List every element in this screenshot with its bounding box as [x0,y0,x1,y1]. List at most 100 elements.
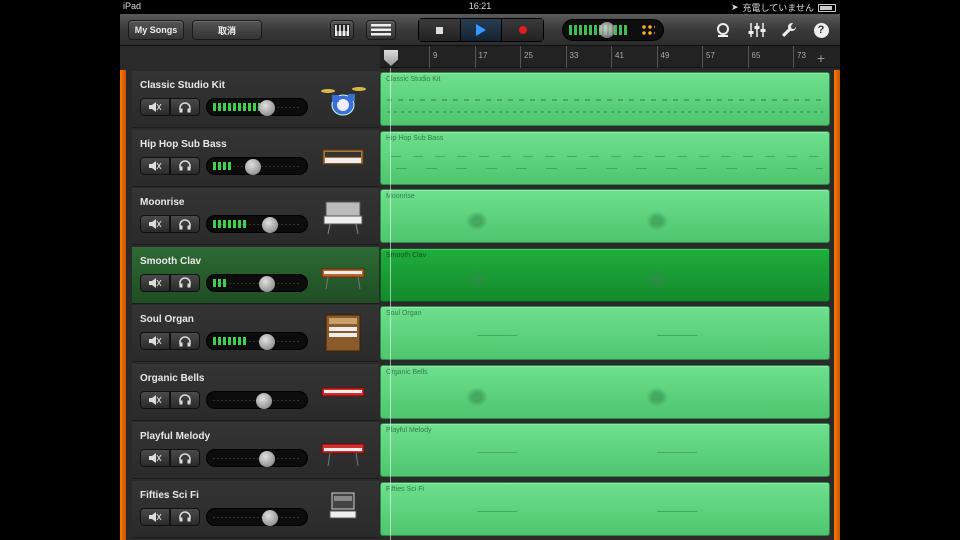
mute-button[interactable] [140,332,170,350]
add-section-icon[interactable]: + [812,50,830,66]
track-region[interactable]: Soul Organ [380,306,830,360]
headphones-icon [179,218,191,229]
volume-knob[interactable] [256,392,272,409]
track-header[interactable]: Smooth Clav [132,246,379,304]
meter-rail [213,458,301,459]
level-leds [213,103,261,111]
volume-knob[interactable] [262,217,278,233]
master-volume-meter[interactable] [562,19,664,41]
transport-controls [418,18,544,42]
mute-button[interactable] [140,156,170,175]
speaker-mute-icon [149,102,162,112]
clavinet-icon[interactable] [320,255,366,295]
mixer-sliders-icon[interactable] [748,21,766,39]
track-region[interactable]: Moonrise [380,189,830,243]
help-button[interactable]: ? [812,21,830,39]
region-notes [387,204,823,236]
level-leds [213,220,248,228]
volume-knob[interactable] [259,334,275,350]
volume-knob[interactable] [259,275,275,292]
level-leds [213,161,232,170]
my-songs-button[interactable]: My Songs [128,20,184,40]
track-name: Fifties Sci Fi [140,489,199,501]
mute-button[interactable] [140,507,170,526]
track-header[interactable]: Soul Organ [132,305,379,362]
undo-button[interactable]: 取消 [192,20,262,40]
ruler-label: 49 [660,51,670,60]
mute-button[interactable] [140,215,170,233]
loop-browser-icon[interactable] [714,21,732,39]
stop-icon [435,26,443,34]
volume-knob[interactable] [245,158,261,175]
piano-keys-icon [334,23,350,37]
play-button[interactable] [460,19,503,41]
red-keyboard-icon[interactable] [320,372,366,412]
tracks-view-button[interactable] [366,20,396,40]
record-button[interactable] [502,19,544,41]
speaker-mute-icon [149,336,162,346]
track-region[interactable]: Smooth Clav [380,247,830,302]
solo-button[interactable] [170,273,200,292]
speaker-mute-icon [149,160,162,171]
track-name: Organic Bells [140,372,205,384]
track-region[interactable]: Playful Melody [380,423,830,477]
master-volume-knob[interactable] [599,22,615,38]
track-volume-meter[interactable] [206,156,308,175]
solo-button[interactable] [170,98,200,116]
volume-knob[interactable] [262,509,278,526]
stop-button[interactable] [419,19,461,41]
synth-keyboard-icon[interactable] [320,138,366,178]
track-volume-meter[interactable] [206,215,308,233]
track-header[interactable]: Hip Hop Sub Bass [132,129,379,187]
organ-icon[interactable] [320,313,366,353]
track-header[interactable]: Organic Bells [132,363,379,421]
mute-button[interactable] [140,390,170,409]
volume-knob[interactable] [259,451,275,467]
mute-button[interactable] [140,449,170,467]
toolbar: My Songs 取消 ? [120,14,840,46]
solo-button[interactable] [170,215,200,233]
solo-button[interactable] [170,449,200,467]
track-name: Classic Studio Kit [140,80,226,91]
track-volume-meter[interactable] [206,449,308,467]
play-icon [476,24,486,36]
region-notes [387,262,823,295]
solo-button[interactable] [170,332,200,350]
timeline-ruler[interactable]: 9 17 25 33 41 49 57 65 73 [380,46,840,68]
volume-knob[interactable] [259,100,275,116]
solo-button[interactable] [170,507,200,526]
track-header[interactable]: Moonrise [132,188,379,245]
track-header[interactable]: Playful Melody [132,422,379,479]
track-volume-meter[interactable] [206,98,308,116]
track-volume-meter[interactable] [206,273,308,292]
ruler-label: 41 [615,51,624,60]
mute-button[interactable] [140,98,170,116]
track-name: Playful Melody [140,431,211,442]
tracks-list-icon [371,24,391,36]
vintage-synth-icon[interactable] [320,489,366,529]
solo-button[interactable] [170,156,200,175]
track-volume-meter[interactable] [206,332,308,350]
solo-button[interactable] [170,390,200,409]
track-header[interactable]: Classic Studio Kit [132,71,379,128]
region-label: Soul Organ [386,310,422,317]
ruler-tick: 33 [565,46,578,68]
speaker-mute-icon [149,219,162,229]
ruler-tick: 25 [520,46,533,68]
region-notes [387,496,823,529]
instrument-view-button[interactable] [330,20,354,40]
track-region[interactable]: Organic Bells [380,364,830,419]
track-header[interactable]: Fifties Sci Fi [132,480,379,538]
speaker-mute-icon [149,511,162,522]
track-volume-meter[interactable] [206,390,308,409]
drum-kit-icon[interactable] [320,79,366,119]
wrench-icon[interactable] [780,21,798,39]
electric-piano-icon[interactable] [320,196,366,236]
track-region[interactable]: Hip Hop Sub Bass [380,130,830,185]
left-edge-bar [120,70,126,540]
track-region[interactable]: Classic Studio Kit [380,72,830,126]
red-synth-icon[interactable] [320,430,366,470]
mute-button[interactable] [140,273,170,292]
track-region[interactable]: Fifties Sci Fi [380,481,830,536]
track-volume-meter[interactable] [206,507,308,526]
